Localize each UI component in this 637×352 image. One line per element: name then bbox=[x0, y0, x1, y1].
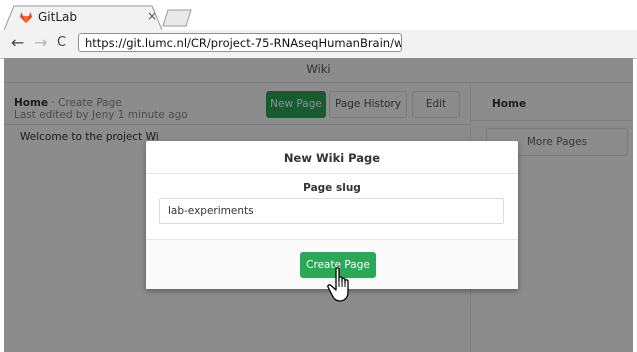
tab-title[interactable]: GitLab bbox=[38, 10, 77, 24]
back-arrow-icon[interactable]: ← bbox=[11, 34, 24, 52]
hand-cursor-icon bbox=[327, 267, 349, 302]
tab-strip: GitLab × bbox=[0, 0, 637, 31]
reload-icon[interactable]: C bbox=[57, 34, 66, 52]
forward-arrow-icon[interactable]: → bbox=[34, 34, 47, 52]
tab-close-icon[interactable]: × bbox=[147, 9, 157, 23]
gitlab-logo-icon bbox=[20, 12, 32, 23]
new-tab-button[interactable] bbox=[162, 9, 192, 27]
address-row: ← → C https://git.lumc.nl/CR/project-75-… bbox=[0, 30, 637, 59]
page-slug-label: Page slug bbox=[303, 182, 361, 194]
url-bar[interactable]: https://git.lumc.nl/CR/project-75-RNAseq… bbox=[78, 33, 402, 52]
page-slug-input[interactable]: lab-experiments bbox=[159, 198, 504, 224]
browser-chrome: GitLab × ← → C https://git.lumc.nl/CR/pr… bbox=[0, 0, 637, 59]
modal-divider bbox=[146, 173, 518, 174]
modal-title: New Wiki Page bbox=[283, 151, 381, 165]
